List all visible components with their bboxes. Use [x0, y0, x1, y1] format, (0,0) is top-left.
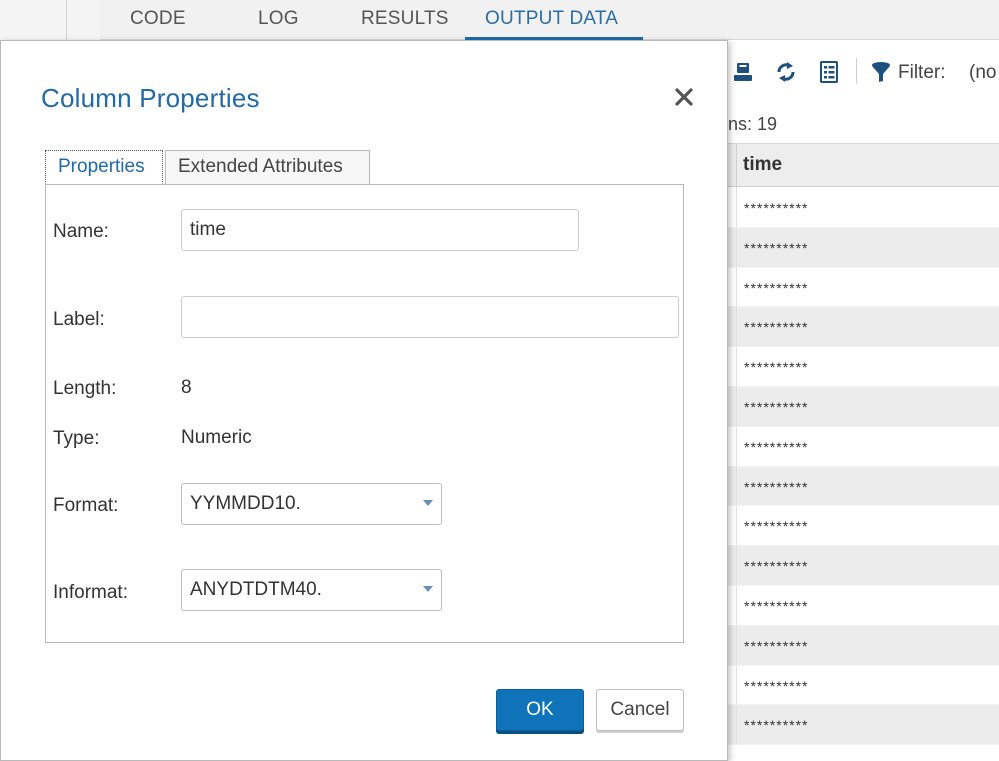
table-row[interactable]: **********	[728, 267, 999, 308]
chevron-down-icon	[423, 586, 433, 592]
tab-code[interactable]: CODE	[130, 8, 186, 30]
table-row[interactable]: **********	[728, 665, 999, 706]
time-cell: **********	[744, 717, 809, 734]
tab-extended-attributes[interactable]: Extended Attributes	[165, 150, 370, 184]
table-row[interactable]: **********	[728, 386, 999, 427]
row-left-cell	[728, 307, 737, 347]
row-left-cell	[728, 625, 737, 665]
label-label: Label:	[53, 309, 105, 330]
tab-output-data[interactable]: OUTPUT DATA	[485, 8, 618, 30]
data-grid: time ********** ********** ********** *****…	[728, 143, 999, 761]
format-select[interactable]: YYMMDD10.	[181, 483, 442, 525]
output-toolbar: Filter: (no	[728, 52, 999, 92]
time-cell: **********	[744, 398, 809, 415]
close-icon[interactable]	[672, 85, 696, 109]
row-left-cell	[728, 466, 737, 506]
dialog-title: Column Properties	[41, 83, 260, 113]
row-left-cell	[728, 386, 737, 426]
table-row[interactable]: **********	[728, 546, 999, 586]
row-left-cell	[728, 546, 737, 585]
save-icon[interactable]	[731, 60, 755, 84]
refresh-icon[interactable]	[774, 60, 798, 84]
cancel-button[interactable]: Cancel	[596, 689, 684, 731]
informat-label: Informat:	[53, 582, 128, 603]
column-properties-dialog: Column Properties Properties Extended At…	[0, 40, 728, 761]
properties-panel: Name: Label: Length: 8 Type: Numeric For…	[45, 184, 684, 643]
ok-button[interactable]: OK	[496, 689, 584, 731]
table-row[interactable]: **********	[728, 227, 999, 268]
panel-divider	[66, 0, 67, 40]
filter-label: Filter:	[898, 62, 946, 83]
filter-value[interactable]: (no	[969, 62, 996, 84]
type-value: Numeric	[181, 427, 252, 448]
table-row[interactable]: **********	[728, 426, 999, 467]
row-left-cell	[728, 705, 737, 745]
column-header-time[interactable]: time	[743, 154, 782, 176]
table-row[interactable]: **********	[728, 506, 999, 547]
row-left-cell	[728, 267, 737, 307]
row-left-cell	[728, 227, 737, 267]
table-row[interactable]: **********	[728, 625, 999, 666]
time-cell: **********	[744, 478, 809, 495]
row-left-cell	[728, 506, 737, 546]
label-input[interactable]	[181, 296, 679, 338]
grid-header: time	[728, 143, 999, 188]
table-row[interactable]: **********	[728, 466, 999, 507]
format-selected-value: YYMMDD10.	[190, 493, 301, 514]
chevron-down-icon	[423, 500, 433, 506]
name-input[interactable]	[181, 209, 579, 251]
row-left-cell	[728, 188, 737, 227]
informat-selected-value: ANYDTDTM40.	[190, 579, 322, 600]
tab-results[interactable]: RESULTS	[361, 8, 449, 30]
grid-rows: ********** ********** ********** **********…	[728, 188, 999, 746]
time-cell: **********	[744, 239, 809, 256]
time-cell: **********	[744, 200, 809, 216]
time-cell: **********	[744, 518, 809, 535]
time-cell: **********	[744, 558, 809, 575]
length-label: Length:	[53, 378, 117, 399]
table-row[interactable]: **********	[728, 585, 999, 626]
time-cell: **********	[744, 319, 809, 336]
row-left-cell	[728, 347, 737, 386]
time-cell: **********	[744, 438, 809, 455]
table-row[interactable]: **********	[728, 188, 999, 228]
table-row[interactable]: **********	[728, 307, 999, 348]
columns-count: ns: 19	[728, 114, 778, 134]
informat-select[interactable]: ANYDTDTM40.	[181, 569, 442, 611]
time-cell: **********	[744, 279, 809, 296]
time-cell: **********	[744, 359, 809, 376]
main-tab-bar: CODE LOG RESULTS OUTPUT DATA	[100, 0, 999, 40]
length-value: 8	[181, 377, 192, 398]
row-left-cell	[728, 665, 737, 705]
row-left-cell	[728, 585, 737, 625]
column-divider	[736, 144, 737, 188]
filter-icon[interactable]	[869, 60, 893, 84]
table-row[interactable]: **********	[728, 347, 999, 387]
time-cell: **********	[744, 677, 809, 694]
toolbar-separator	[856, 58, 857, 84]
tab-log[interactable]: LOG	[258, 8, 299, 30]
time-cell: **********	[744, 597, 809, 614]
row-left-cell	[728, 426, 737, 466]
tab-properties[interactable]: Properties	[45, 150, 163, 184]
format-label: Format:	[53, 495, 119, 516]
time-cell: **********	[744, 637, 809, 654]
name-label: Name:	[53, 221, 109, 242]
table-row[interactable]: **********	[728, 705, 999, 746]
column-list-icon[interactable]	[817, 60, 841, 84]
type-label: Type:	[53, 428, 100, 449]
